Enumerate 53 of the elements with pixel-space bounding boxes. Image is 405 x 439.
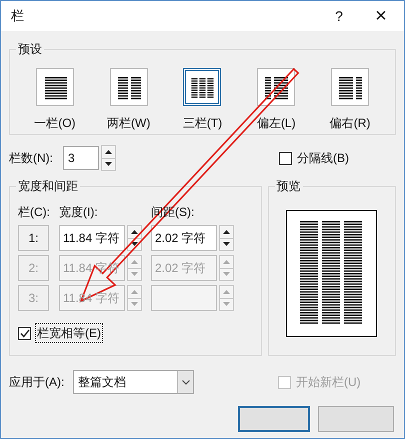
checkbox[interactable] — [279, 152, 292, 164]
group-label: 宽度和间距 — [16, 178, 80, 194]
preset-label: 一栏(O) — [34, 115, 76, 132]
new-column-label: 开始新栏(U) — [296, 374, 361, 391]
down-triangle-icon — [223, 302, 230, 306]
equal-width-label: 栏宽相等(E) — [35, 323, 103, 343]
up-triangle-icon — [105, 150, 112, 154]
preset-label: 两栏(W) — [107, 115, 150, 132]
column-header: 宽度(I): — [59, 204, 99, 221]
spin-down-button[interactable] — [101, 158, 116, 171]
chevron-down-icon — [182, 380, 190, 384]
down-triangle-icon — [131, 242, 138, 246]
spacing-field[interactable]: 2.02 字符 — [151, 225, 217, 251]
preset-label: 三栏(T) — [182, 115, 222, 132]
preset-button[interactable] — [331, 68, 370, 106]
down-triangle-icon — [223, 242, 230, 246]
up-triangle-icon — [131, 230, 138, 234]
preset-button[interactable] — [36, 68, 74, 106]
down-triangle-icon — [223, 272, 230, 276]
down-triangle-icon — [105, 162, 112, 166]
preset-label: 偏右(R) — [330, 115, 370, 132]
preset-button[interactable] — [110, 68, 148, 106]
up-triangle-icon — [131, 260, 138, 264]
separator-label: 分隔线(B) — [297, 150, 349, 167]
preset-label: 偏左(L) — [256, 115, 296, 132]
spin-up-button[interactable] — [127, 225, 142, 238]
up-triangle-icon — [223, 290, 230, 294]
apply-to-label: 应用于(A): — [9, 374, 66, 391]
down-triangle-icon — [131, 272, 138, 276]
default-button[interactable] — [238, 406, 310, 432]
up-triangle-icon — [223, 260, 230, 264]
up-triangle-icon — [131, 290, 138, 294]
column-count-field[interactable]: 3 — [63, 146, 99, 170]
checkbox[interactable] — [18, 326, 31, 340]
preset-button[interactable] — [257, 68, 296, 106]
spin-down-button[interactable] — [219, 238, 234, 251]
column-count-label: 栏数(N): — [9, 150, 54, 167]
width-field[interactable]: 11.84 字符 — [59, 225, 125, 251]
down-triangle-icon — [131, 302, 138, 306]
preset-button[interactable] — [183, 68, 222, 106]
window-title: 栏 — [11, 7, 24, 26]
close-button[interactable]: × — [366, 6, 396, 26]
group-label: 预设 — [16, 41, 44, 57]
column-number-button[interactable]: 1: — [18, 225, 49, 251]
spin-up-button[interactable] — [101, 145, 116, 158]
apply-to-dropdown[interactable]: 整篇文档 — [73, 370, 194, 394]
check-icon — [20, 328, 30, 338]
up-triangle-icon — [223, 230, 230, 234]
column-header: 栏(C): — [18, 204, 51, 221]
spin-up-button[interactable] — [219, 225, 234, 238]
group-label: 预览 — [274, 178, 303, 194]
spacing-field[interactable] — [151, 285, 217, 311]
help-button[interactable]: ? — [324, 6, 354, 26]
